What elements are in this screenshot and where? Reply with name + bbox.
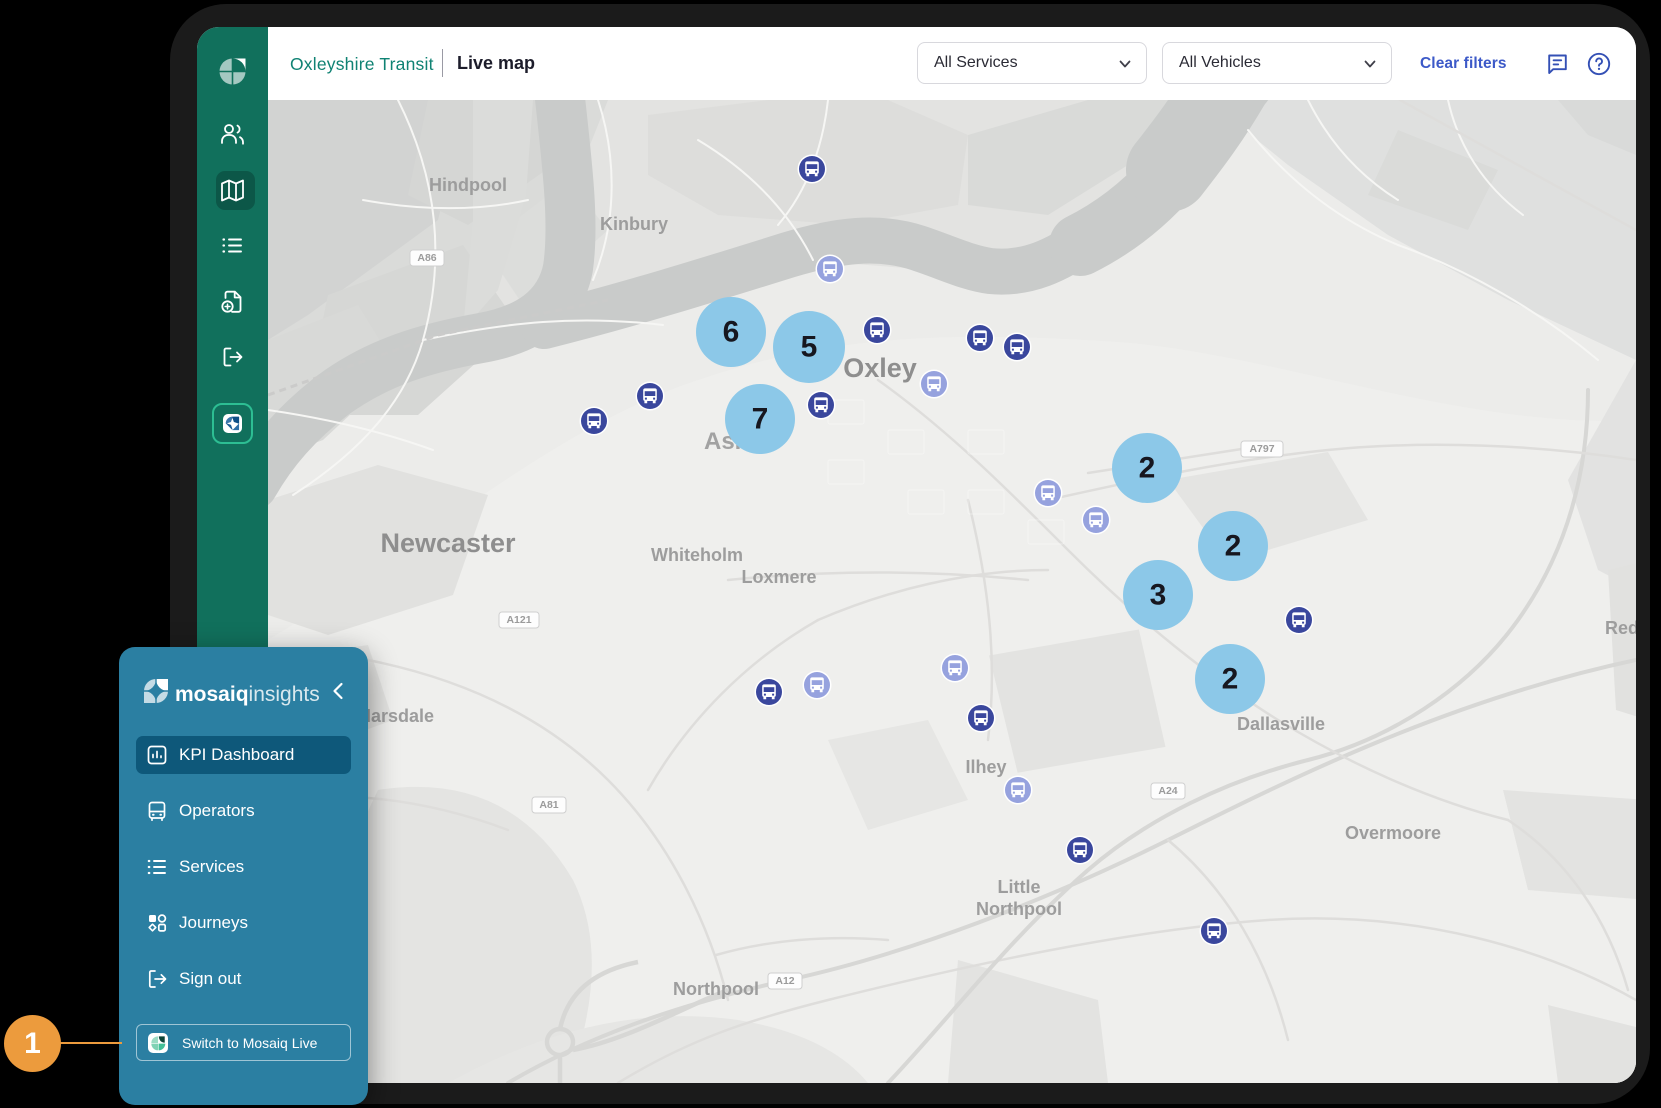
svg-text:Hindpool: Hindpool [429, 175, 507, 195]
svg-text:A86: A86 [417, 252, 436, 264]
svg-text:Whiteholm: Whiteholm [651, 545, 743, 565]
svg-text:2: 2 [1139, 452, 1156, 485]
svg-text:6: 6 [723, 316, 740, 349]
svg-text:Overmoore: Overmoore [1345, 823, 1441, 843]
svg-text:A81: A81 [539, 799, 558, 811]
svg-text:Northpool: Northpool [976, 899, 1062, 919]
svg-text:Loxmere: Loxmere [741, 567, 816, 587]
svg-text:Little: Little [998, 877, 1041, 897]
svg-text:Kinbury: Kinbury [600, 214, 668, 234]
svg-text:A121: A121 [506, 614, 531, 626]
svg-text:A24: A24 [1158, 785, 1177, 797]
svg-text:7: 7 [752, 403, 769, 436]
svg-text:2: 2 [1225, 530, 1242, 563]
svg-text:Dallasville: Dallasville [1237, 714, 1325, 734]
svg-text:2: 2 [1222, 663, 1239, 696]
svg-text:A797: A797 [1249, 443, 1274, 455]
svg-text:A12: A12 [775, 975, 794, 987]
svg-text:5: 5 [801, 331, 818, 364]
svg-text:Northpool: Northpool [673, 979, 759, 999]
svg-text:Redford: Redford [1605, 618, 1636, 638]
svg-text:3: 3 [1150, 579, 1167, 612]
svg-text:Oxley: Oxley [843, 353, 917, 383]
svg-text:Ilhey: Ilhey [965, 757, 1006, 777]
svg-text:Newcaster: Newcaster [380, 528, 516, 558]
